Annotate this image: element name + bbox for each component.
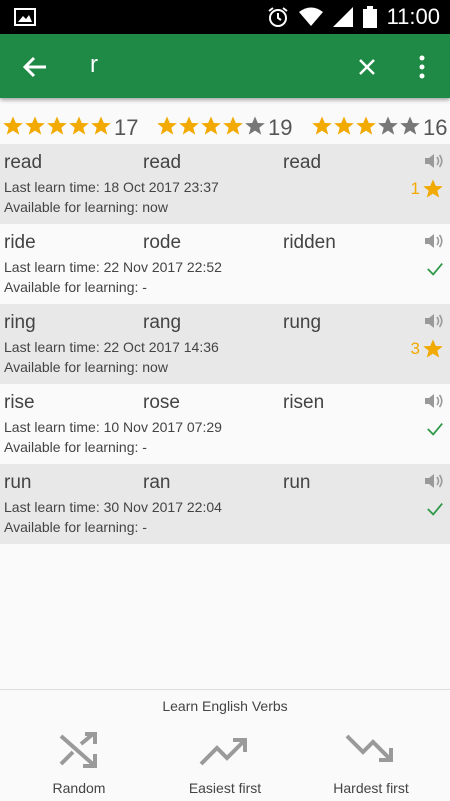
verb-list: read read read Last learn time: 18 Oct 2… (0, 144, 450, 544)
verb-past: ran (143, 472, 171, 493)
star-filled-icon (157, 116, 177, 135)
random-label: Random (52, 780, 106, 796)
easiest-first-label: Easiest first (188, 780, 262, 796)
easiest-first-button[interactable]: Easiest first (150, 720, 300, 800)
last-learn-time: Last learn time: 18 Oct 2017 23:37 (4, 179, 219, 195)
hardest-first-label: Hardest first (333, 780, 409, 796)
availability: Available for learning: - (4, 519, 147, 535)
availability: Available for learning: now (4, 359, 168, 375)
verb-base: read (4, 152, 43, 173)
star-filled-icon (356, 116, 376, 135)
verb-past: rode (143, 232, 182, 253)
more-options-icon[interactable] (412, 52, 432, 82)
close-icon[interactable] (352, 52, 382, 82)
star-group-4[interactable]: 19 (156, 112, 292, 144)
verb-base: rise (4, 392, 35, 413)
check-icon (427, 423, 443, 436)
alarm-icon (267, 7, 288, 27)
star-filled-icon (3, 116, 23, 135)
star-summary: 17 19 16 (0, 112, 450, 144)
verb-row-read[interactable]: read read read Last learn time: 18 Oct 2… (0, 144, 450, 224)
star-empty-icon (400, 116, 420, 135)
star-count: 19 (268, 115, 293, 140)
verb-base: run (4, 472, 32, 493)
verb-past: read (143, 152, 182, 173)
star-filled-icon (179, 116, 199, 135)
back-arrow-icon[interactable] (20, 52, 50, 82)
shuffle-icon (59, 732, 97, 768)
star-filled-icon (201, 116, 221, 135)
app-title: Learn English Verbs (162, 698, 288, 714)
search-input[interactable]: r (90, 51, 98, 79)
star-count: 16 (423, 115, 448, 140)
clock: 11:00 (386, 4, 440, 29)
verb-past: rose (143, 392, 180, 413)
verb-row-ring[interactable]: ring rang rung Last learn time: 22 Oct 2… (0, 304, 450, 384)
wifi-icon (298, 7, 323, 26)
star-group-5[interactable]: 17 (2, 112, 138, 144)
star-filled-icon (334, 116, 354, 135)
star-filled-icon (312, 116, 332, 135)
speaker-icon[interactable] (424, 392, 444, 410)
app-toolbar: r (0, 34, 450, 98)
verb-participle: ridden (283, 232, 336, 253)
verb-past: rang (143, 312, 182, 333)
difficulty-star-icon (423, 339, 443, 358)
star-count: 17 (114, 115, 139, 140)
speaker-icon[interactable] (424, 312, 444, 330)
star-filled-icon (69, 116, 89, 135)
star-empty-icon (378, 116, 398, 135)
check-icon (427, 263, 443, 276)
verb-base: ring (4, 312, 36, 333)
signal-icon (332, 7, 353, 27)
star-filled-icon (47, 116, 67, 135)
random-button[interactable]: Random (4, 720, 154, 800)
speaker-icon[interactable] (424, 152, 444, 170)
difficulty-level: 1 (410, 179, 420, 198)
verb-row-ride[interactable]: ride rode ridden Last learn time: 22 Nov… (0, 224, 450, 304)
availability: Available for learning: now (4, 199, 168, 215)
last-learn-time: Last learn time: 22 Oct 2017 14:36 (4, 339, 219, 355)
verb-participle: run (283, 472, 311, 493)
star-filled-icon (25, 116, 45, 135)
image-notification-icon (14, 8, 36, 26)
trending-down-icon (345, 734, 393, 762)
check-icon (427, 503, 443, 516)
last-learn-time: Last learn time: 10 Nov 2017 07:29 (4, 419, 222, 435)
hardest-first-button[interactable]: Hardest first (296, 720, 446, 800)
verb-participle: rung (283, 312, 322, 333)
verb-row-rise[interactable]: rise rose risen Last learn time: 10 Nov … (0, 384, 450, 464)
difficulty-level: 3 (410, 339, 420, 358)
trending-up-icon (199, 738, 247, 766)
availability: Available for learning: - (4, 279, 147, 295)
star-empty-icon (245, 116, 265, 135)
speaker-icon[interactable] (424, 472, 444, 490)
battery-icon (362, 6, 377, 28)
availability: Available for learning: - (4, 439, 147, 455)
status-bar: 11:00 (0, 0, 450, 34)
star-filled-icon (223, 116, 243, 135)
verb-base: ride (4, 232, 36, 253)
speaker-icon[interactable] (424, 232, 444, 250)
difficulty-star-icon (423, 179, 443, 198)
star-group-3[interactable]: 16 (311, 112, 447, 144)
star-filled-icon (91, 116, 111, 135)
bottom-bar: Learn English Verbs Random Easiest first… (0, 689, 450, 801)
last-learn-time: Last learn time: 22 Nov 2017 22:52 (4, 259, 222, 275)
last-learn-time: Last learn time: 30 Nov 2017 22:04 (4, 499, 222, 515)
verb-participle: risen (283, 392, 325, 413)
verb-row-run[interactable]: run ran run Last learn time: 30 Nov 2017… (0, 464, 450, 544)
verb-participle: read (283, 152, 322, 173)
